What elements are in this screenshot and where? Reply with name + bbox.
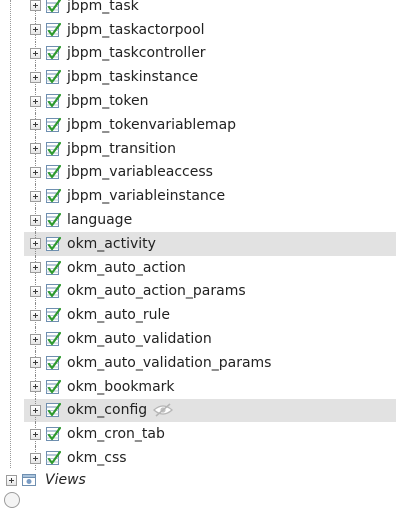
expand-icon[interactable] <box>30 143 41 155</box>
expand-icon[interactable] <box>30 404 41 416</box>
tree-node-table[interactable]: jbpm_tokenvariablemap <box>0 112 396 137</box>
expand-icon[interactable] <box>30 71 41 83</box>
tree-node-table[interactable]: okm_activity <box>0 231 396 256</box>
expand-icon[interactable] <box>30 24 41 36</box>
expand-icon[interactable] <box>30 357 41 369</box>
tree-node-table[interactable]: jbpm_task <box>0 0 396 18</box>
table-icon[interactable] <box>45 450 61 466</box>
table-icon[interactable] <box>45 164 61 180</box>
table-name-label[interactable]: okm_auto_action <box>67 261 186 275</box>
expand-icon[interactable] <box>30 166 41 178</box>
expand-icon[interactable] <box>30 262 41 274</box>
expand-icon[interactable] <box>30 238 41 250</box>
expand-icon[interactable] <box>30 333 41 345</box>
tree-node-table[interactable]: jbpm_transition <box>0 136 396 161</box>
tree-node-table[interactable]: okm_css <box>0 446 396 470</box>
table-name-label[interactable]: okm_auto_validation_params <box>67 356 271 370</box>
views-label: Views <box>45 472 86 488</box>
table-name-label[interactable]: jbpm_task <box>67 0 139 13</box>
table-name-label[interactable]: okm_activity <box>67 237 156 251</box>
table-icon[interactable] <box>45 355 61 371</box>
navigation-tree: jbpm_task jbpm_taskactorpool jbpm_taskcont… <box>0 0 396 470</box>
expand-icon[interactable] <box>30 0 41 12</box>
tree-node-table[interactable]: okm_config <box>0 398 396 423</box>
table-icon[interactable] <box>45 0 61 14</box>
table-name-label[interactable]: jbpm_token <box>67 94 148 108</box>
expand-icon[interactable] <box>30 190 41 202</box>
tree-node-table[interactable]: okm_auto_validation <box>0 327 396 351</box>
table-name-label[interactable]: jbpm_variableaccess <box>67 165 213 179</box>
table-name-label[interactable]: okm_auto_action_params <box>67 284 246 298</box>
tree-node-collapsed-icon[interactable] <box>4 492 20 508</box>
eye-slash-icon[interactable] <box>153 403 174 418</box>
tree-node-table[interactable]: language <box>0 208 396 232</box>
expand-icon[interactable] <box>30 309 41 321</box>
table-icon[interactable] <box>45 69 61 85</box>
table-icon[interactable] <box>45 117 61 133</box>
table-name-label[interactable]: jbpm_variableinstance <box>67 189 225 203</box>
expand-icon[interactable] <box>30 47 41 59</box>
table-icon[interactable] <box>45 307 61 323</box>
table-icon[interactable] <box>45 331 61 347</box>
views-folder-icon <box>22 474 36 486</box>
table-icon[interactable] <box>45 379 61 395</box>
tree-node-table[interactable]: okm_auto_validation_params <box>0 350 396 375</box>
expand-icon[interactable] <box>30 381 41 393</box>
table-name-label[interactable]: okm_cron_tab <box>67 427 165 441</box>
tree-node-table[interactable]: okm_bookmark <box>0 374 396 399</box>
table-icon[interactable] <box>45 93 61 109</box>
table-icon[interactable] <box>45 426 61 442</box>
expand-icon[interactable] <box>30 452 41 464</box>
table-name-label[interactable]: okm_auto_validation <box>67 332 212 346</box>
tree-node-table[interactable]: jbpm_taskactorpool <box>0 17 396 42</box>
tree-node-table[interactable]: okm_auto_action <box>0 255 396 280</box>
table-icon[interactable] <box>45 141 61 157</box>
table-icon[interactable] <box>45 212 61 228</box>
table-icon[interactable] <box>45 402 61 418</box>
table-name-label[interactable]: okm_bookmark <box>67 380 175 394</box>
tree-node-table[interactable]: okm_cron_tab <box>0 422 396 447</box>
tree-node-table[interactable]: jbpm_token <box>0 89 396 113</box>
expand-icon[interactable] <box>6 474 17 486</box>
table-icon[interactable] <box>45 283 61 299</box>
table-name-label[interactable]: okm_config <box>67 403 147 417</box>
tree-node-table[interactable]: okm_auto_action_params <box>0 279 396 304</box>
expand-icon[interactable] <box>30 119 41 131</box>
table-name-label[interactable]: language <box>67 213 132 227</box>
expand-icon[interactable] <box>30 95 41 107</box>
tree-node-table[interactable]: jbpm_taskinstance <box>0 65 396 90</box>
table-name-label[interactable]: okm_auto_rule <box>67 308 170 322</box>
expand-icon[interactable] <box>30 428 41 440</box>
expand-icon[interactable] <box>30 285 41 297</box>
table-name-label[interactable]: jbpm_taskcontroller <box>67 46 206 60</box>
table-icon[interactable] <box>45 188 61 204</box>
table-name-label[interactable]: jbpm_transition <box>67 142 176 156</box>
table-name-label[interactable]: jbpm_taskactorpool <box>67 23 205 37</box>
tree-node-views[interactable]: Views <box>0 468 86 492</box>
tree-node-table[interactable]: jbpm_taskcontroller <box>0 41 396 66</box>
table-icon[interactable] <box>45 260 61 276</box>
table-name-label[interactable]: jbpm_tokenvariablemap <box>67 118 236 132</box>
table-name-label[interactable]: okm_css <box>67 451 127 465</box>
table-icon[interactable] <box>45 22 61 38</box>
expand-icon[interactable] <box>30 214 41 226</box>
table-name-label[interactable]: jbpm_taskinstance <box>67 70 198 84</box>
tree-node-table[interactable]: okm_auto_rule <box>0 303 396 328</box>
tree-node-table[interactable]: jbpm_variableaccess <box>0 160 396 185</box>
table-icon[interactable] <box>45 45 61 61</box>
tree-node-table[interactable]: jbpm_variableinstance <box>0 184 396 209</box>
table-icon[interactable] <box>45 236 61 252</box>
